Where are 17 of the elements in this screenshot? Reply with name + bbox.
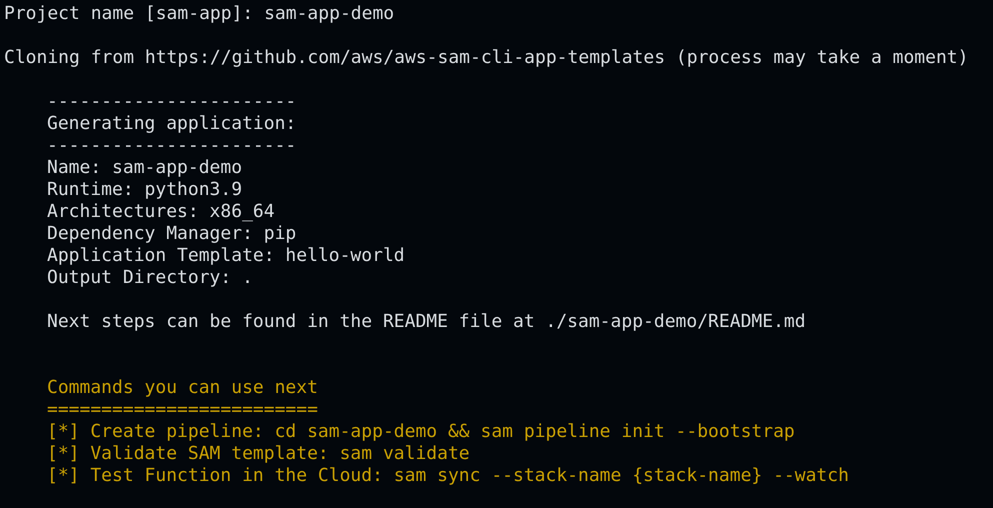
dashed-rule: ----------------------- — [47, 91, 296, 113]
summary-field: Output Directory: . — [47, 267, 253, 289]
prompt-line: Project name [sam-app]: sam-app-demo — [4, 3, 394, 25]
section-heading: Commands you can use next — [47, 377, 318, 399]
summary-field: Dependency Manager: pip — [47, 223, 296, 245]
summary-field: Runtime: python3.9 — [47, 179, 242, 201]
info-message: Next steps can be found in the README file at ./sam-app-demo/README.md — [47, 311, 806, 333]
summary-field: Application Template: hello-world — [47, 245, 405, 267]
command-hint: [*] Validate SAM template: sam validate — [47, 443, 470, 465]
dashed-rule: ----------------------- — [47, 135, 296, 157]
status-message: Cloning from https://github.com/aws/aws-sam-cli-app-templates (process may take a moment) — [4, 47, 968, 69]
double-rule: ========================= — [47, 399, 318, 421]
section-heading: Generating application: — [47, 113, 296, 135]
command-hint: [*] Test Function in the Cloud: sam sync --stack-name {stack-name} --watch — [47, 465, 849, 487]
summary-field: Architectures: x86_64 — [47, 201, 275, 223]
summary-field: Name: sam-app-demo — [47, 157, 242, 179]
command-hint: [*] Create pipeline: cd sam-app-demo && sam pipeline init --bootstrap — [47, 421, 795, 443]
